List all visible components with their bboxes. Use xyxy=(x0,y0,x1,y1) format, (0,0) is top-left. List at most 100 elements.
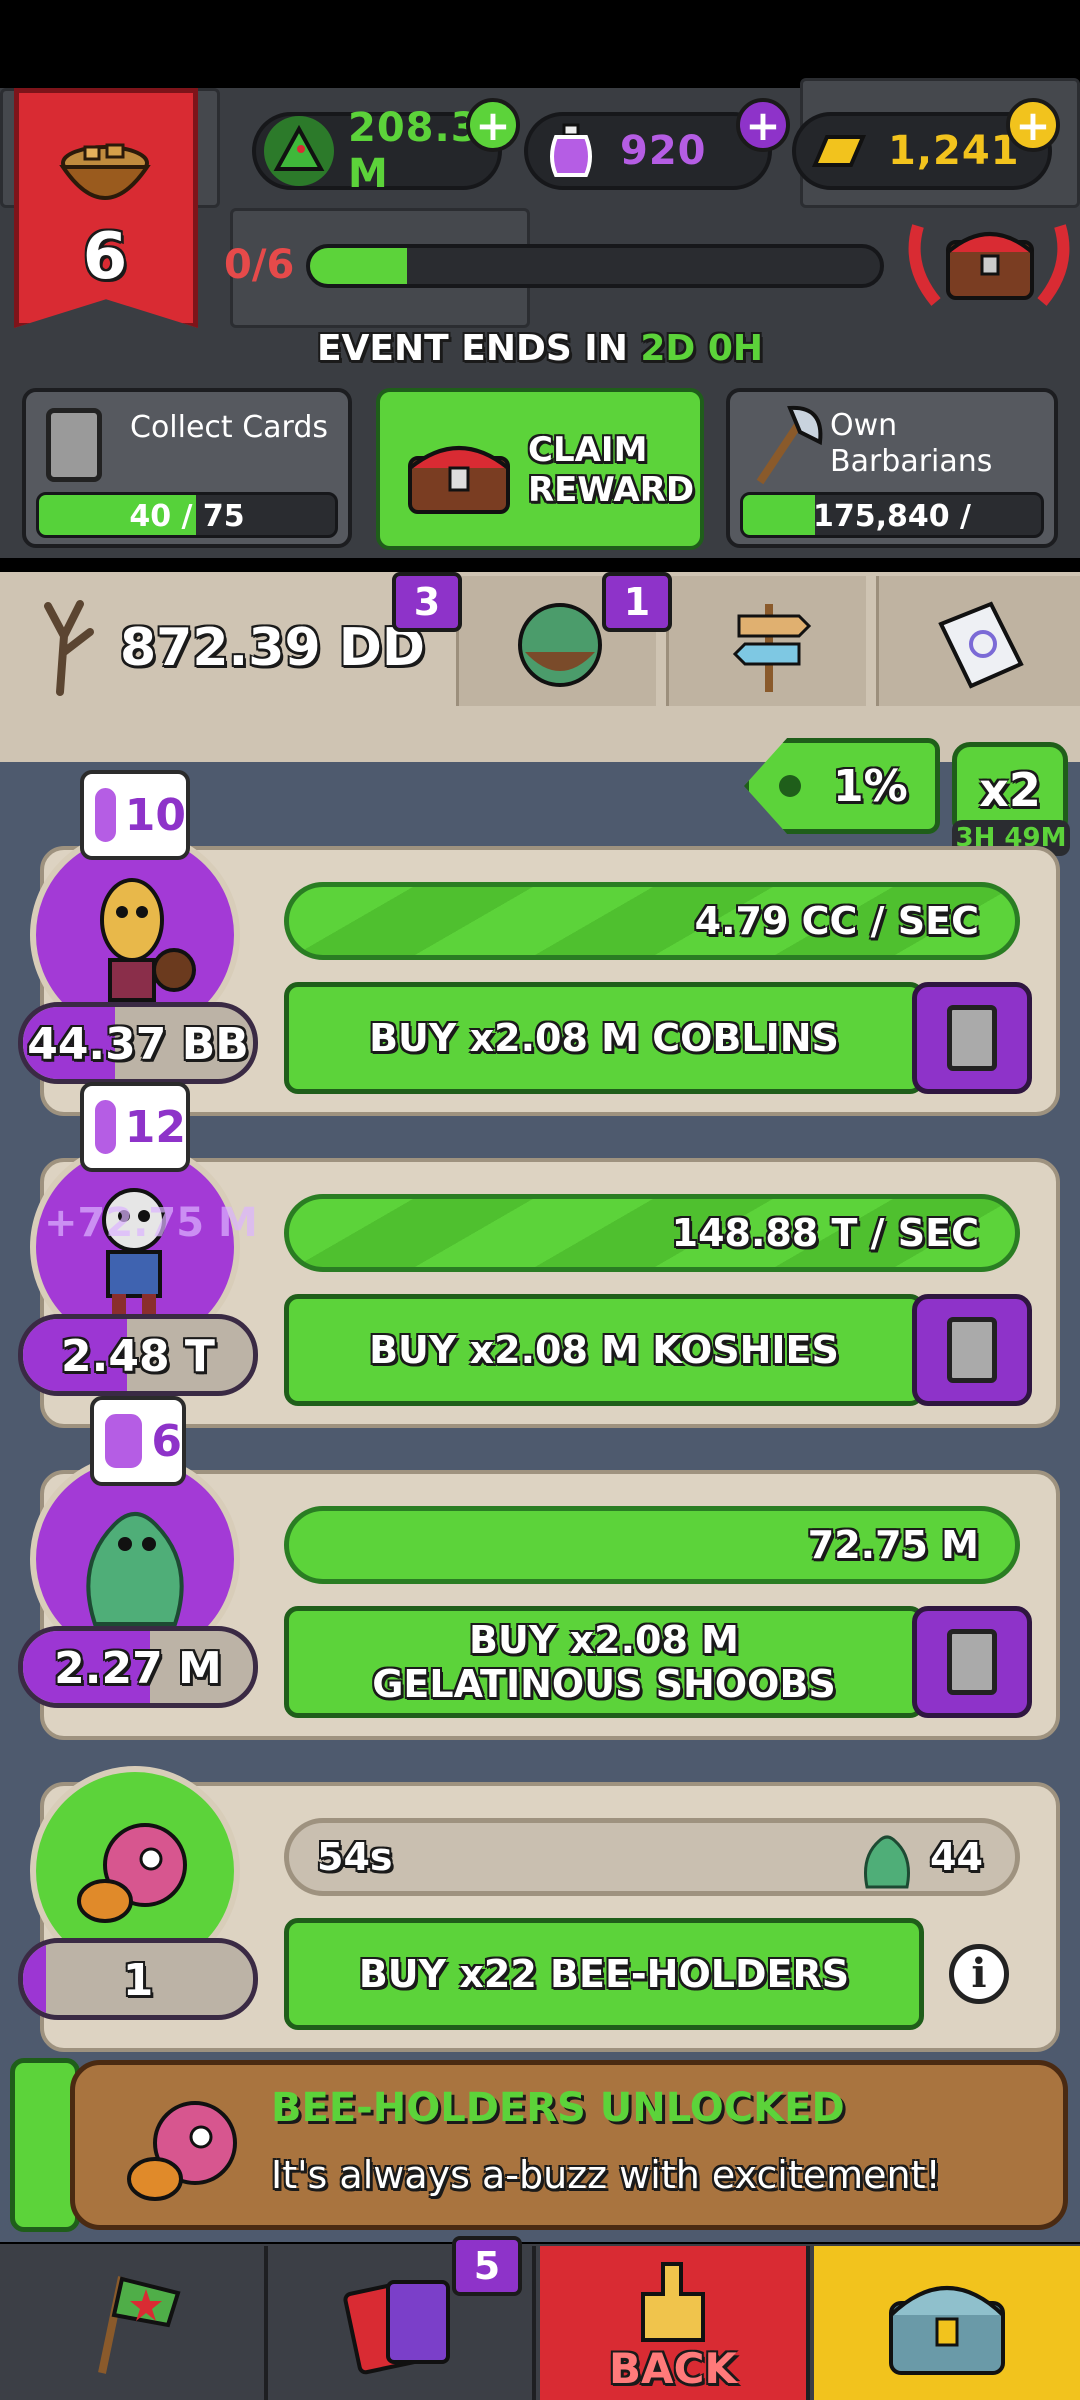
koshie-card-button[interactable] xyxy=(912,1294,1032,1406)
bee-holder-timer: 54s xyxy=(317,1835,393,1879)
level-progress-bar xyxy=(306,244,884,288)
back-button[interactable]: BACK xyxy=(540,2246,810,2400)
add-gold-button[interactable]: + xyxy=(1006,98,1060,152)
card-icon xyxy=(947,1317,997,1383)
collect-cards-label: Collect Cards xyxy=(130,410,329,445)
boost-percent: 1% xyxy=(833,761,908,812)
gold-value: 1,241 xyxy=(888,128,1020,174)
shoob-jar-badge: 6 xyxy=(90,1396,186,1486)
treasure-chest-icon xyxy=(889,2286,1005,2375)
chest-reward-icon[interactable] xyxy=(906,206,1072,316)
gold-bar-icon xyxy=(804,116,874,186)
card-icon xyxy=(947,1629,997,1695)
map-scroll-icon xyxy=(931,594,1031,694)
koshie-rate: 148.88 T / SEC xyxy=(671,1211,979,1255)
flag-icon xyxy=(98,2276,181,2374)
own-barbarians-card[interactable]: Own Barbarians 175,840 / 720,450 xyxy=(726,388,1058,548)
koshie-count-value: 2.48 T xyxy=(61,1331,215,1382)
coblin-jar-badge: 10 xyxy=(80,770,190,860)
coblin-card-button[interactable] xyxy=(912,982,1032,1094)
x2-multiplier: x2 xyxy=(979,763,1041,817)
jar-icon xyxy=(92,1097,119,1157)
coblin-rate-bar: 4.79 CC / SEC xyxy=(284,882,1020,960)
jar-icon xyxy=(102,1411,146,1471)
buy-coblins-button[interactable]: BUY x2.08 M COBLINS xyxy=(284,982,924,1094)
coblin-rate: 4.79 CC / SEC xyxy=(694,899,979,943)
status-bar xyxy=(0,0,1080,88)
event-time: 2D 0H xyxy=(640,328,764,369)
card-icon xyxy=(947,1005,997,1071)
nav-cards-badge: 5 xyxy=(452,2236,522,2296)
treasure-chest-icon xyxy=(404,428,514,518)
bee-holder-icon xyxy=(77,1823,187,1923)
koshie-floating-gain: +72.75 M xyxy=(44,1200,258,1246)
shoob-rate-bar: 72.75 M xyxy=(284,1506,1020,1584)
tab-signpost[interactable] xyxy=(666,576,866,706)
boost-hole-icon xyxy=(779,775,801,797)
notification-message: It's always a-buzz with excitement! xyxy=(271,2153,941,2197)
add-potion-button[interactable]: + xyxy=(736,98,790,152)
tab-signpost-badge: 1 xyxy=(602,572,672,632)
bowl-icon xyxy=(55,133,155,213)
add-wizard-hat-button[interactable]: + xyxy=(466,98,520,152)
shoob-cost-icon xyxy=(859,1827,915,1889)
level-progress-fill xyxy=(310,248,407,284)
coblin-count: 44.37 BB xyxy=(18,1002,258,1084)
goblin-icon xyxy=(100,878,196,1002)
bee-holder-timer-bar: 54s 44 xyxy=(284,1818,1020,1896)
claim-reward-button[interactable]: CLAIM REWARD xyxy=(376,388,704,550)
tab-orb-badge: 3 xyxy=(392,572,462,632)
tab-map[interactable] xyxy=(876,576,1080,706)
collect-cards-card[interactable]: Collect Cards 40 / 75 xyxy=(22,388,352,548)
card-icon xyxy=(46,408,102,482)
potion-value: 920 xyxy=(620,128,707,174)
signpost-icon xyxy=(719,594,819,694)
own-barbarians-progress: 175,840 / 720,450 xyxy=(812,499,972,535)
koshie-icon xyxy=(102,1188,166,1316)
event-label: EVENT ENDS IN xyxy=(316,328,628,369)
shoob-card-button[interactable] xyxy=(912,1606,1032,1718)
cards-icon xyxy=(343,2280,450,2375)
shoob-count: 2.27 M xyxy=(18,1626,258,1708)
own-barbarians-bar: 175,840 / 720,450 xyxy=(740,492,1044,538)
coblin-count-value: 44.37 BB xyxy=(27,1019,249,1070)
coblin-jar-count: 10 xyxy=(124,789,186,841)
koshie-jar-badge: 12 xyxy=(80,1082,190,1172)
collect-cards-progress: 40 / 75 xyxy=(129,499,245,534)
koshie-rate-bar: 148.88 T / SEC xyxy=(284,1194,1020,1272)
buy-gelatinous-shoobs-button[interactable]: BUY x2.08 M GELATINOUS SHOOBS xyxy=(284,1606,924,1718)
koshie-jar-count: 12 xyxy=(124,1101,186,1153)
event-timer: EVENT ENDS IN 2D 0H xyxy=(0,328,1080,369)
shoob-icon xyxy=(86,1512,184,1626)
buy-koshies-button[interactable]: BUY x2.08 M KOSHIES xyxy=(284,1294,924,1406)
collect-cards-bar: 40 / 75 xyxy=(36,492,338,538)
shoob-rate: 72.75 M xyxy=(807,1523,979,1567)
wizard-hat-currency[interactable]: 208.35 M xyxy=(252,105,507,197)
claim-reward-label: CLAIM REWARD xyxy=(528,430,695,510)
level-number: 6 xyxy=(82,220,128,294)
bee-holder-count-value: 1 xyxy=(122,1955,154,2006)
notification-title: BEE-HOLDERS UNLOCKED xyxy=(271,2085,845,2131)
nav-map-button[interactable] xyxy=(0,2246,268,2400)
koshie-count: 2.48 T xyxy=(18,1314,258,1396)
shoob-count-value: 2.27 M xyxy=(54,1643,222,1694)
bee-holder-icon xyxy=(115,2079,255,2219)
back-label: BACK xyxy=(609,2343,737,2393)
branch-icon xyxy=(20,596,110,696)
buy-bee-holders-button[interactable]: BUY x22 BEE-HOLDERS xyxy=(284,1918,924,2030)
jar-icon xyxy=(92,785,119,845)
potion-currency[interactable]: 920 xyxy=(524,112,772,190)
info-icon: i xyxy=(949,1944,1009,2004)
bee-holder-count: 1 xyxy=(18,1938,258,2020)
shoob-jar-count: 6 xyxy=(151,1415,182,1467)
nav-shop-button[interactable] xyxy=(814,2246,1080,2400)
potion-icon xyxy=(536,116,606,186)
unlock-notification[interactable]: BEE-HOLDERS UNLOCKED It's always a-buzz … xyxy=(70,2060,1068,2230)
wizard-hat-icon xyxy=(264,116,334,186)
bee-holder-info-button[interactable]: i xyxy=(926,1918,1032,2030)
orb-icon xyxy=(515,600,605,690)
bee-holder-cost: 44 xyxy=(930,1835,983,1879)
axe-icon xyxy=(740,402,826,488)
level-progress-text: 0/6 xyxy=(224,242,295,288)
own-barbarians-label: Own Barbarians xyxy=(830,408,993,479)
